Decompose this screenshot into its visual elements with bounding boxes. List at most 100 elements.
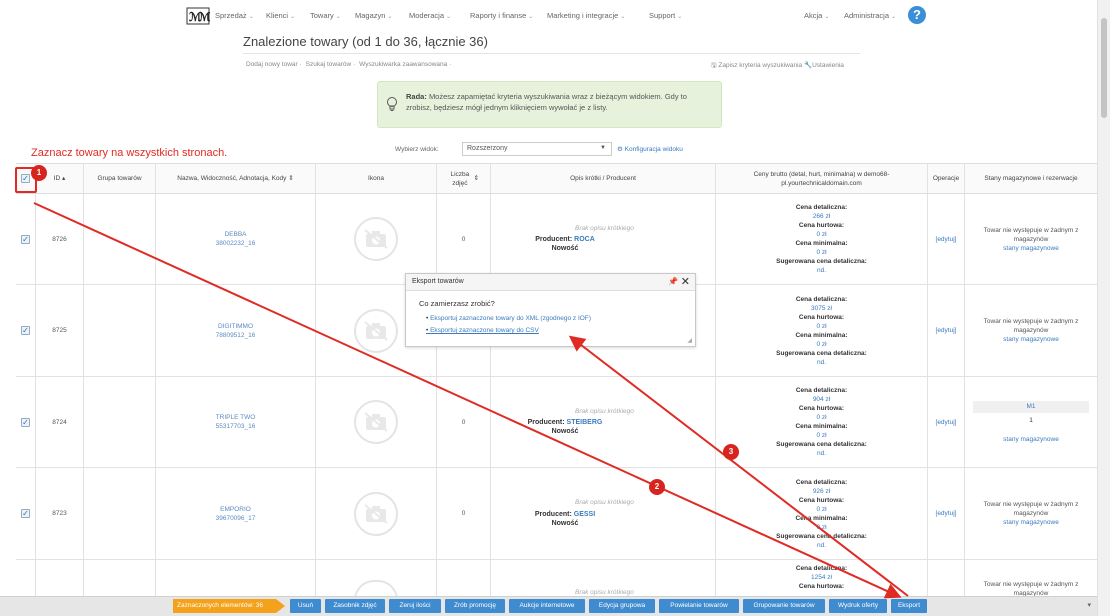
no-short-desc: Brak opisu krótkiego: [575, 499, 634, 506]
col-ops: Operacje: [928, 164, 965, 193]
export-csv-link[interactable]: Eksportuj zaznaczone towary do CSV: [426, 325, 591, 337]
bulk-edit-button[interactable]: Edycja grupowa: [589, 599, 655, 613]
view-config-link[interactable]: ⚙ Konfiguracja widoku: [617, 145, 683, 153]
col-name[interactable]: Nazwa, Widoczność, Adnotacja, Kody ⇕: [156, 164, 316, 193]
row-photos: 0: [437, 468, 491, 559]
row-name-cell: DEBBA 38002232_16: [156, 194, 316, 284]
view-select[interactable]: Rozszerzony ▼: [462, 142, 612, 156]
chevron-down-icon: ⌄: [891, 14, 897, 20]
product-name-link[interactable]: EMPORIO: [220, 505, 251, 514]
photo-storage-button[interactable]: Zasobnik zdjęć: [325, 599, 385, 613]
scrollbar-thumb[interactable]: [1101, 18, 1107, 118]
shop-logo-icon[interactable]: ℳ ℳ: [186, 7, 210, 25]
delete-button[interactable]: Usuń: [290, 599, 321, 613]
row-checkbox[interactable]: ✓: [21, 326, 30, 335]
product-code: 38002232_16: [215, 240, 256, 247]
row-prices: Cena detaliczna: 926 zł Cena hurtowa: 0 zł…: [716, 468, 928, 559]
promotion-button[interactable]: Zrób promocję: [445, 599, 505, 613]
page-right-links: 🖫 Zapisz kryteria wyszukiwania 🔧Ustawien…: [711, 61, 844, 72]
stock-link[interactable]: stany magazynowe: [1003, 244, 1059, 253]
export-button[interactable]: Eksport: [891, 599, 927, 613]
warehouse-qty: 1: [1029, 416, 1033, 424]
chevron-down-icon: ⌄: [824, 14, 830, 20]
product-name-link[interactable]: DIGITIMMO: [218, 322, 253, 331]
row-checkbox[interactable]: ✓: [21, 417, 30, 427]
col-group[interactable]: Grupa towarów: [84, 164, 156, 193]
no-image-camera-icon[interactable]: [354, 217, 398, 261]
no-image-camera-icon[interactable]: [354, 400, 398, 444]
row-prices: Cena detaliczna: 3075 zł Cena hurtowa: 0 z…: [716, 285, 928, 376]
nav-clients[interactable]: Klienci ⌄: [266, 11, 295, 20]
producer-link[interactable]: GESSI: [574, 511, 595, 518]
duplicate-products-button[interactable]: Powielanie towarów: [659, 599, 739, 613]
product-name-link[interactable]: TRIPLE TWO: [216, 413, 256, 422]
print-offer-button[interactable]: Wydruk oferty: [829, 599, 887, 613]
resize-grip-icon[interactable]: ◢: [687, 337, 692, 344]
export-xml-link[interactable]: Eksportuj zaznaczone towary do XML (zgod…: [426, 313, 591, 325]
no-image-camera-icon[interactable]: [354, 491, 398, 536]
nav-support[interactable]: Support ⌄: [649, 11, 682, 20]
col-desc: Opis krótki / Producent: [491, 164, 716, 193]
settings-link[interactable]: Ustawienia: [812, 62, 844, 69]
row-checkbox[interactable]: ✓: [21, 509, 30, 518]
caret-down-icon: ▼: [600, 145, 606, 151]
nav-administration[interactable]: Administracja ⌄: [844, 11, 896, 20]
table-header: ✓ ID ▴ Grupa towarów Nazwa, Widoczność, …: [16, 163, 1110, 194]
group-products-button[interactable]: Grupowanie towarów: [743, 599, 825, 613]
scroll-down-icon[interactable]: ▾: [1087, 601, 1091, 609]
chevron-down-icon: ⌄: [290, 14, 296, 20]
no-image-camera-icon[interactable]: [354, 308, 398, 353]
chevron-down-icon: ⌄: [528, 14, 534, 20]
col-photos[interactable]: Liczba zdjęć ⇕: [437, 164, 491, 193]
stock-link[interactable]: stany magazynowe: [1003, 435, 1059, 444]
product-name-link[interactable]: DEBBA: [224, 230, 246, 239]
nav-marketing[interactable]: Marketing i integracje ⌄: [547, 11, 625, 20]
nav-sales[interactable]: Sprzedaż ⌄: [215, 11, 254, 20]
nav-moderation[interactable]: Moderacja ⌄: [409, 11, 451, 20]
online-auctions-button[interactable]: Aukcje internetowe: [509, 599, 585, 613]
edit-link[interactable]: [edytuj]: [936, 509, 957, 518]
table-row: Brak opisu krótkiego Cena detaliczna: 125…: [16, 560, 1110, 600]
row-prices: Cena detaliczna: 266 zł Cena hurtowa: 0 zł…: [716, 194, 928, 284]
nav-reports[interactable]: Raporty i finanse ⌄: [470, 11, 533, 20]
selected-count-badge: Zaznaczonych elementów: 36: [173, 599, 285, 613]
stock-link[interactable]: stany magazynowe: [1003, 518, 1059, 527]
row-id: 8726: [36, 194, 84, 284]
row-group: [84, 468, 156, 559]
edit-link[interactable]: [edytuj]: [936, 418, 957, 427]
export-dialog-header[interactable]: Eksport towarów 📌 ✕: [406, 274, 695, 291]
producer-link[interactable]: ROCA: [574, 236, 595, 243]
col-prices: Ceny brutto (detal, hurt, minimalna) w d…: [716, 164, 928, 193]
chevron-down-icon: ⌄: [335, 14, 341, 20]
step-badge-3: 3: [723, 444, 739, 460]
save-criteria-link[interactable]: Zapisz kryteria wyszukiwania: [718, 62, 802, 69]
row-name-cell: DIGITIMMO 78809512_16: [156, 285, 316, 376]
nav-products[interactable]: Towary ⌄: [310, 11, 341, 20]
chevron-down-icon: ⌄: [677, 14, 683, 20]
edit-link[interactable]: [edytuj]: [936, 235, 957, 244]
pin-icon[interactable]: 📌: [668, 277, 678, 286]
tip-text: Rada: Możesz zapamiętać kryteria wyszuki…: [406, 92, 687, 112]
export-question: Co zamierzasz zrobić?: [419, 299, 495, 308]
new-flag: Nowość: [551, 245, 579, 252]
search-products-link[interactable]: Szukaj towarów: [306, 61, 352, 68]
view-label: Wybierz widok:: [395, 146, 439, 153]
edit-link[interactable]: [edytuj]: [936, 326, 957, 335]
advanced-search-link[interactable]: Wyszukiwarka zaawansowana: [359, 61, 447, 68]
producer-link[interactable]: STEIBERG: [567, 419, 603, 426]
row-photos: 0: [437, 377, 491, 467]
nav-action[interactable]: Akcja ⌄: [804, 11, 829, 20]
row-id: 8723: [36, 468, 84, 559]
nav-warehouse[interactable]: Magazyn ⌄: [355, 11, 392, 20]
row-id: 8725: [36, 285, 84, 376]
svg-text:ℳ: ℳ: [198, 10, 210, 24]
row-checkbox[interactable]: ✓: [21, 234, 30, 244]
col-icon: Ikona: [316, 164, 437, 193]
vertical-scrollbar[interactable]: [1097, 0, 1110, 616]
close-icon[interactable]: ✕: [681, 275, 690, 288]
stock-link[interactable]: stany magazynowe: [1003, 335, 1059, 344]
reset-quantities-button[interactable]: Zeruj ilości: [389, 599, 441, 613]
add-product-link[interactable]: Dodaj nowy towar: [246, 61, 298, 68]
table-row: ✓ 8723 EMPORIO 39670096_17 0 Brak opisu k…: [16, 468, 1110, 560]
help-icon[interactable]: ?: [908, 6, 926, 24]
